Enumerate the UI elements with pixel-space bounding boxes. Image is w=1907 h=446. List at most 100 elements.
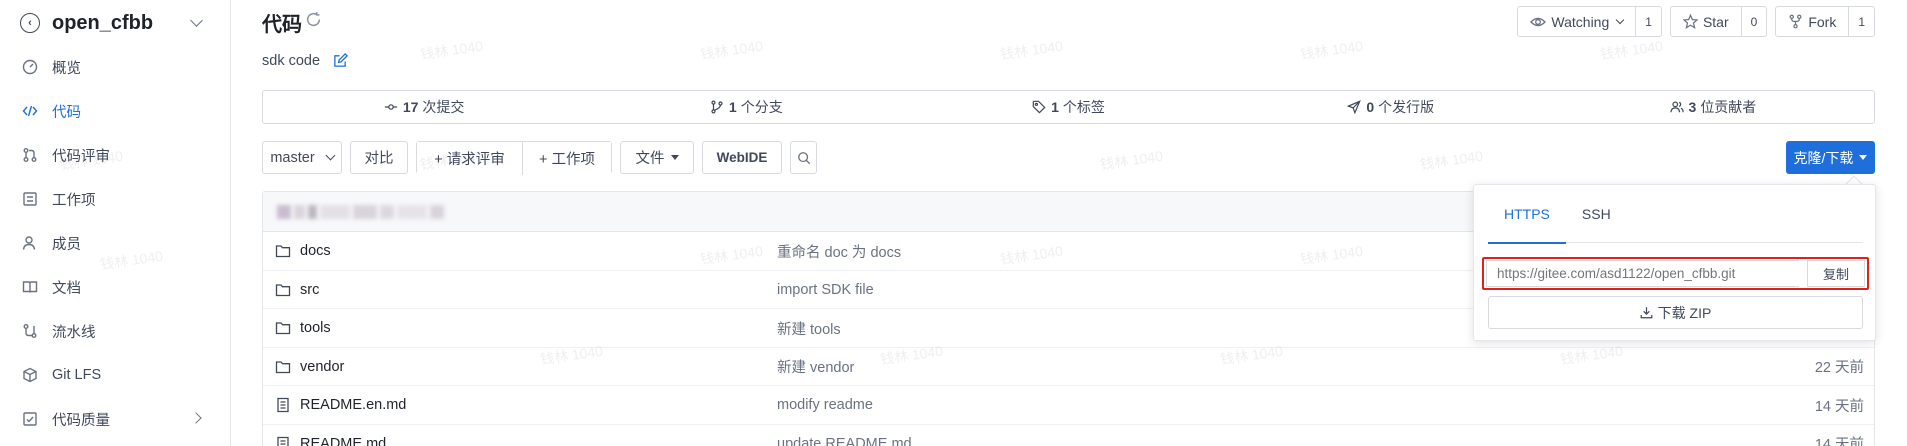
sidebar-item-pipeline[interactable]: 流水线 — [0, 311, 230, 351]
sidebar-item-code[interactable]: 代码 — [0, 91, 230, 131]
tag-icon — [1032, 100, 1046, 114]
copy-button[interactable]: 复制 — [1807, 260, 1865, 287]
fork-label: Fork — [1808, 13, 1837, 30]
watermark: 钱林 1040 — [699, 37, 764, 63]
stat-releases-count: 0 — [1366, 99, 1375, 115]
new-review-button[interactable]: + 请求评审 — [417, 142, 522, 175]
create-group: + 请求评审 + 工作项 — [416, 141, 612, 175]
code-icon — [22, 103, 38, 119]
commit-message[interactable]: 重命名 doc 为 docs — [777, 232, 901, 270]
tab-https[interactable]: HTTPS — [1488, 185, 1566, 244]
stat-tags-label: 个标签 — [1062, 99, 1105, 115]
commit-message[interactable]: modify readme — [777, 386, 873, 424]
sidebar-item-members[interactable]: 成员 — [0, 223, 230, 263]
stat-branches[interactable]: 1 个分支 — [585, 91, 907, 123]
sidebar-item-label: 文档 — [52, 280, 81, 297]
commit-icon — [384, 104, 397, 110]
clone-download-button[interactable]: 克隆/下载 — [1786, 141, 1875, 174]
blurred-commit-info — [277, 204, 444, 219]
star-count[interactable]: 0 — [1740, 7, 1767, 36]
star-icon — [1682, 14, 1698, 29]
file-name[interactable]: README.md — [275, 425, 386, 446]
members-icon — [22, 235, 38, 251]
chevron-down-icon — [1616, 15, 1625, 24]
file-name-text: src — [300, 281, 320, 298]
dashboard-icon — [22, 59, 38, 75]
repo-name[interactable]: open_cfbb — [52, 12, 153, 35]
repo-description: sdk code — [262, 53, 321, 69]
watch-group: Watching 1 — [1517, 6, 1662, 37]
sidebar: ‹ open_cfbb 概览 代码 代码评审 工作项 成员 文档 流水线 Git… — [0, 0, 231, 446]
stat-releases[interactable]: 0 个发行版 — [1230, 91, 1552, 123]
sidebar-item-overview[interactable]: 概览 — [0, 47, 230, 87]
file-name[interactable]: src — [275, 271, 319, 309]
branch-select[interactable]: master — [262, 141, 342, 174]
commit-message[interactable]: 新建 vendor — [777, 348, 854, 386]
file-name[interactable]: docs — [275, 232, 331, 270]
file-row: README.en.md modify readme 14 天前 — [263, 386, 1874, 425]
commit-message[interactable]: 新建 tools — [777, 309, 841, 347]
sidebar-item-label: 概览 — [52, 60, 81, 77]
sidebar-item-docs[interactable]: 文档 — [0, 267, 230, 307]
stat-tags[interactable]: 1 个标签 — [907, 91, 1229, 123]
stat-branches-count: 1 — [728, 99, 737, 115]
stat-releases-label: 个发行版 — [1378, 99, 1435, 115]
caret-down-icon — [670, 155, 679, 160]
fork-button[interactable]: Fork — [1776, 7, 1848, 36]
file-name-text: tools — [300, 320, 331, 336]
contributors-icon — [1669, 101, 1684, 113]
folder-icon — [275, 322, 291, 335]
search-button[interactable] — [790, 141, 817, 174]
refresh-icon[interactable] — [305, 11, 322, 28]
watch-count[interactable]: 1 — [1635, 7, 1661, 36]
search-icon — [797, 151, 810, 164]
clone-popover: HTTPS SSH 复制 下载 ZIP — [1473, 184, 1876, 341]
file-name[interactable]: tools — [275, 309, 331, 347]
folder-icon — [275, 283, 291, 296]
commit-message[interactable]: import SDK file — [777, 271, 874, 309]
stat-contributors[interactable]: 3 位贡献者 — [1552, 91, 1874, 123]
sidebar-item-label: 成员 — [52, 236, 81, 253]
chevron-down-icon[interactable] — [190, 14, 203, 27]
repo-stats-bar: 17 次提交 1 个分支 1 个标签 0 个发行版 3 位贡献者 — [262, 90, 1875, 124]
tab-ssh[interactable]: SSH — [1566, 185, 1627, 243]
watermark: 钱林 1040 — [419, 37, 484, 63]
sidebar-item-label: 工作项 — [52, 192, 96, 209]
file-menu-label: 文件 — [635, 151, 665, 167]
sidebar-item-label: 代码质量 — [52, 412, 110, 429]
file-text-icon — [277, 397, 289, 413]
page-title: 代码 — [262, 14, 302, 36]
back-circle-icon[interactable]: ‹ — [20, 13, 40, 33]
new-issue-button[interactable]: + 工作项 — [522, 142, 611, 175]
pull-request-icon — [22, 147, 38, 163]
stat-commits-count: 17 — [402, 99, 419, 115]
clone-url-input[interactable] — [1486, 260, 1799, 287]
sidebar-item-code-quality[interactable]: 代码质量 — [0, 399, 230, 439]
watch-button[interactable]: Watching — [1518, 7, 1635, 36]
file-row: README.md update README.md. 14 天前 — [263, 425, 1874, 446]
download-zip-button[interactable]: 下载 ZIP — [1488, 296, 1863, 329]
quality-icon — [22, 411, 38, 427]
repo-actions: Watching 1 Star 0 Fork 1 — [1517, 6, 1875, 37]
download-zip-label: 下载 ZIP — [1657, 304, 1712, 321]
fork-count[interactable]: 1 — [1848, 7, 1874, 36]
edit-icon[interactable] — [333, 53, 348, 68]
stat-commits[interactable]: 17 次提交 — [263, 91, 585, 123]
file-menu-button[interactable]: 文件 — [620, 141, 694, 174]
code-toolbar: master 对比 + 请求评审 + 工作项 文件 WebIDE — [262, 141, 817, 175]
sidebar-item-issues[interactable]: 工作项 — [0, 179, 230, 219]
file-name[interactable]: vendor — [275, 348, 344, 386]
sidebar-item-git-lfs[interactable]: Git LFS — [0, 355, 230, 395]
clone-download-label: 克隆/下载 — [1793, 149, 1854, 166]
compare-button[interactable]: 对比 — [350, 141, 408, 174]
file-name[interactable]: README.en.md — [275, 386, 406, 424]
sidebar-item-code-review[interactable]: 代码评审 — [0, 135, 230, 175]
star-label: Star — [1702, 13, 1729, 30]
folder-icon — [275, 245, 291, 258]
commit-message[interactable]: update README.md. — [777, 425, 916, 446]
commit-time: 14 天前 — [1814, 437, 1864, 446]
file-name-text: docs — [300, 243, 331, 259]
webide-button[interactable]: WebIDE — [702, 141, 782, 174]
watermark: 钱林 1040 — [1419, 147, 1484, 173]
star-button[interactable]: Star — [1671, 7, 1741, 36]
